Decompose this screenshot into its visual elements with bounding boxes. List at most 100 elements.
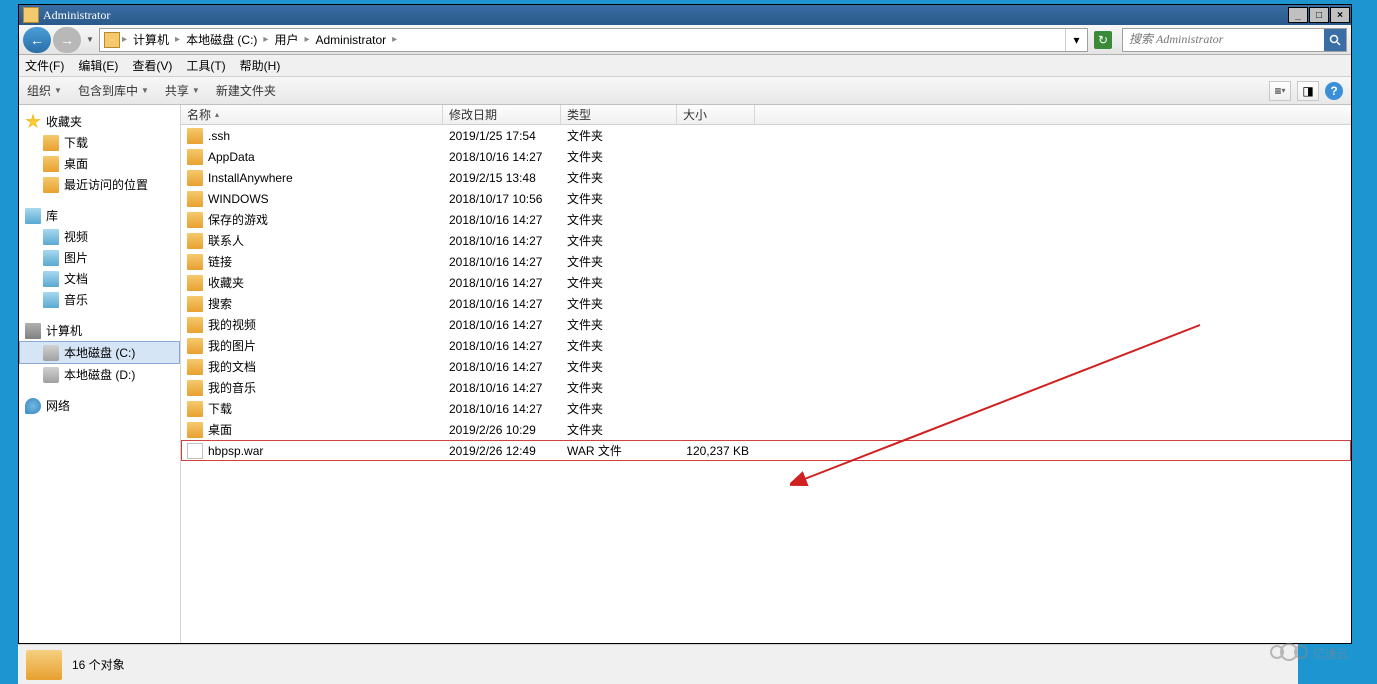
- nav-bar: ← → ▼ ▸ 计算机 ▸ 本地磁盘 (C:) ▸ 用户 ▸ Administr…: [19, 25, 1351, 55]
- sort-asc-icon: ▴: [215, 110, 219, 119]
- file-name: hbpsp.war: [208, 444, 263, 458]
- share-button[interactable]: 共享▼: [165, 82, 200, 99]
- breadcrumb-current[interactable]: Administrator: [311, 33, 390, 47]
- file-type: 文件夹: [567, 400, 603, 417]
- chevron-right-icon[interactable]: ▸: [120, 34, 129, 45]
- col-name[interactable]: 名称▴: [181, 105, 443, 124]
- sidebar-libraries[interactable]: 库: [19, 205, 180, 226]
- file-row[interactable]: 链接2018/10/16 14:27文件夹: [181, 251, 1351, 272]
- file-row[interactable]: WINDOWS2018/10/17 10:56文件夹: [181, 188, 1351, 209]
- file-row[interactable]: 保存的游戏2018/10/16 14:27文件夹: [181, 209, 1351, 230]
- item-icon: [43, 367, 59, 383]
- chevron-right-icon[interactable]: ▸: [173, 34, 182, 45]
- search-button[interactable]: [1324, 29, 1346, 51]
- file-modified: 2019/1/25 17:54: [449, 129, 536, 143]
- view-options-button[interactable]: ≡▾: [1269, 81, 1291, 101]
- sidebar-favorites[interactable]: 收藏夹: [19, 111, 180, 132]
- breadcrumb-root[interactable]: 计算机: [129, 31, 173, 48]
- file-row[interactable]: 联系人2018/10/16 14:27文件夹: [181, 230, 1351, 251]
- title-bar[interactable]: Administrator _ □ ×: [19, 5, 1351, 25]
- chevron-right-icon[interactable]: ▸: [261, 34, 270, 45]
- item-icon: [43, 177, 59, 193]
- file-modified: 2018/10/16 14:27: [449, 276, 542, 290]
- file-modified: 2018/10/16 14:27: [449, 360, 542, 374]
- close-button[interactable]: ×: [1330, 7, 1350, 23]
- chevron-right-icon[interactable]: ▸: [390, 34, 399, 45]
- sidebar-network[interactable]: 网络: [19, 395, 180, 416]
- menu-edit[interactable]: 编辑(E): [78, 57, 118, 74]
- col-modified[interactable]: 修改日期: [443, 105, 561, 124]
- preview-pane-button[interactable]: ◨: [1297, 81, 1319, 101]
- item-icon: [43, 229, 59, 245]
- sidebar-item-label: 音乐: [64, 291, 88, 308]
- sidebar-computer[interactable]: 计算机: [19, 320, 180, 341]
- sidebar-item[interactable]: 本地磁盘 (C:): [19, 341, 180, 364]
- breadcrumb-drive[interactable]: 本地磁盘 (C:): [182, 31, 261, 48]
- file-row[interactable]: 收藏夹2018/10/16 14:27文件夹: [181, 272, 1351, 293]
- item-icon: [43, 292, 59, 308]
- file-row[interactable]: 我的图片2018/10/16 14:27文件夹: [181, 335, 1351, 356]
- sidebar-item[interactable]: 本地磁盘 (D:): [19, 364, 180, 385]
- sidebar-item[interactable]: 桌面: [19, 153, 180, 174]
- sidebar-item[interactable]: 视频: [19, 226, 180, 247]
- column-headers: 名称▴ 修改日期 类型 大小: [181, 105, 1351, 125]
- refresh-button[interactable]: ↻: [1094, 31, 1112, 49]
- sidebar-item[interactable]: 音乐: [19, 289, 180, 310]
- help-button[interactable]: ?: [1325, 82, 1343, 100]
- file-row[interactable]: .ssh2019/1/25 17:54文件夹: [181, 125, 1351, 146]
- back-button[interactable]: ←: [23, 27, 51, 53]
- file-type: 文件夹: [567, 190, 603, 207]
- history-dropdown[interactable]: ▼: [83, 27, 97, 53]
- file-name: 我的视频: [208, 316, 256, 333]
- file-row[interactable]: InstallAnywhere2019/2/15 13:48文件夹: [181, 167, 1351, 188]
- folder-icon: [187, 401, 203, 417]
- col-type[interactable]: 类型: [561, 105, 677, 124]
- include-library-button[interactable]: 包含到库中▼: [78, 82, 149, 99]
- file-row[interactable]: 我的视频2018/10/16 14:27文件夹: [181, 314, 1351, 335]
- chevron-right-icon[interactable]: ▸: [302, 34, 311, 45]
- file-row[interactable]: AppData2018/10/16 14:27文件夹: [181, 146, 1351, 167]
- item-icon: [43, 345, 59, 361]
- menu-help[interactable]: 帮助(H): [240, 57, 281, 74]
- file-modified: 2019/2/15 13:48: [449, 171, 536, 185]
- file-row[interactable]: 我的文档2018/10/16 14:27文件夹: [181, 356, 1351, 377]
- forward-button[interactable]: →: [53, 27, 81, 53]
- item-icon: [43, 156, 59, 172]
- file-row[interactable]: 桌面2019/2/26 10:29文件夹: [181, 419, 1351, 440]
- file-name: 我的音乐: [208, 379, 256, 396]
- file-modified: 2018/10/16 14:27: [449, 381, 542, 395]
- file-row[interactable]: 我的音乐2018/10/16 14:27文件夹: [181, 377, 1351, 398]
- file-list[interactable]: .ssh2019/1/25 17:54文件夹AppData2018/10/16 …: [181, 125, 1351, 643]
- file-type: 文件夹: [567, 274, 603, 291]
- computer-icon: [25, 323, 41, 339]
- breadcrumb-users[interactable]: 用户: [270, 31, 302, 48]
- organize-button[interactable]: 组织▼: [27, 82, 62, 99]
- folder-icon: [187, 254, 203, 270]
- address-dropdown[interactable]: ▾: [1065, 29, 1087, 51]
- file-type: 文件夹: [567, 253, 603, 270]
- new-folder-button[interactable]: 新建文件夹: [216, 82, 276, 99]
- sidebar-item[interactable]: 最近访问的位置: [19, 174, 180, 195]
- file-row[interactable]: 下载2018/10/16 14:27文件夹: [181, 398, 1351, 419]
- maximize-button[interactable]: □: [1309, 7, 1329, 23]
- file-name: 我的文档: [208, 358, 256, 375]
- file-panel: 名称▴ 修改日期 类型 大小 .ssh2019/1/25 17:54文件夹App…: [181, 105, 1351, 643]
- minimize-button[interactable]: _: [1288, 7, 1308, 23]
- menu-file[interactable]: 文件(F): [25, 57, 64, 74]
- sidebar-item[interactable]: 文档: [19, 268, 180, 289]
- file-name: 桌面: [208, 421, 232, 438]
- menu-tools[interactable]: 工具(T): [186, 57, 225, 74]
- sidebar-item[interactable]: 图片: [19, 247, 180, 268]
- menu-view[interactable]: 查看(V): [132, 57, 172, 74]
- sidebar-item[interactable]: 下载: [19, 132, 180, 153]
- item-icon: [43, 135, 59, 151]
- folder-icon: [187, 422, 203, 438]
- col-size[interactable]: 大小: [677, 105, 755, 124]
- file-name: 联系人: [208, 232, 244, 249]
- file-row[interactable]: 搜索2018/10/16 14:27文件夹: [181, 293, 1351, 314]
- file-row[interactable]: hbpsp.war2019/2/26 12:49WAR 文件120,237 KB: [181, 440, 1351, 461]
- address-bar[interactable]: ▸ 计算机 ▸ 本地磁盘 (C:) ▸ 用户 ▸ Administrator ▸…: [99, 28, 1088, 52]
- explorer-window: Administrator _ □ × ← → ▼ ▸ 计算机 ▸ 本地磁盘 (…: [18, 4, 1352, 644]
- search-input[interactable]: [1123, 32, 1324, 47]
- star-icon: [25, 114, 41, 130]
